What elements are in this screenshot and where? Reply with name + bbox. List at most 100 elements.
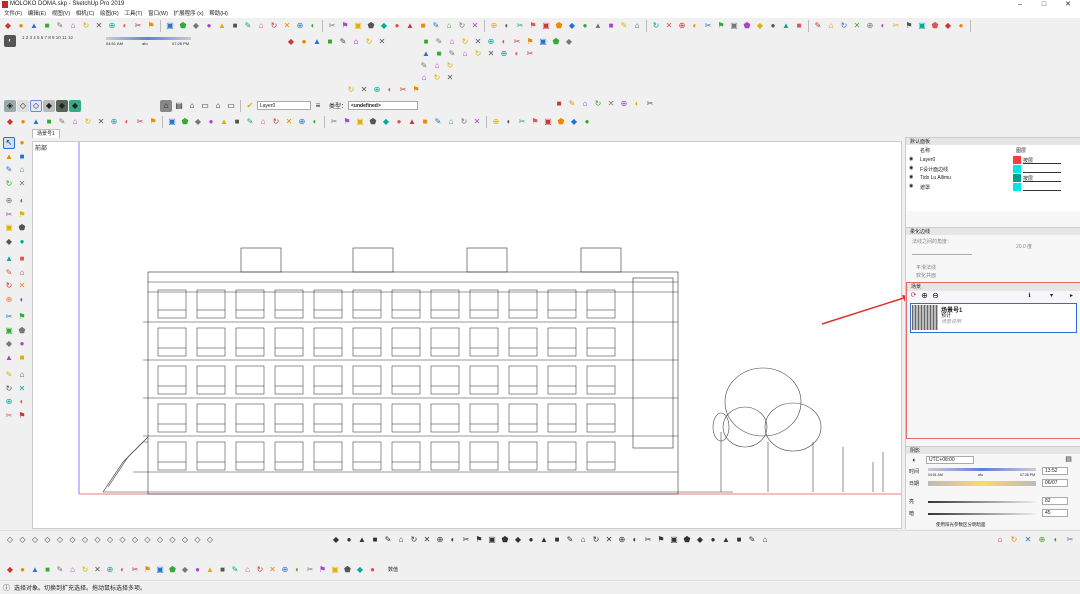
tray-toggle-icon-5[interactable]: ✂ [1064, 534, 1076, 546]
float-tool-icon-1-2[interactable]: ■ [324, 36, 336, 48]
draw-tool-icon-30[interactable]: ▲ [406, 116, 418, 128]
bottom-tool-icon-1[interactable]: ● [343, 534, 355, 546]
secondary-tool-icon-20[interactable]: ↻ [254, 564, 266, 576]
main-tool-icon-41[interactable]: ⬟ [553, 20, 565, 32]
left-tool-icon-4-0[interactable]: ⊕ [3, 195, 15, 207]
shape-icon-13[interactable]: ◇ [167, 534, 179, 546]
main-tool-icon-15[interactable]: ● [203, 20, 215, 32]
bottom-tool-icon-10[interactable]: ✂ [460, 534, 472, 546]
tray-toggle-icon-4[interactable]: ◐ [1050, 534, 1062, 546]
left-tool-icon-12-0[interactable]: ✂ [3, 311, 15, 323]
float-tool-icon-2-1[interactable]: ■ [433, 48, 445, 60]
draw-tool-icon-6[interactable]: ↻ [82, 116, 94, 128]
float-tool-icon-4-1[interactable]: ⌂ [431, 60, 443, 72]
main-tool-icon-37[interactable]: ◐ [501, 20, 513, 32]
timezone-dropdown[interactable]: UTC+08:00 [926, 456, 974, 464]
secondary-tool-icon-13[interactable]: ⬟ [167, 564, 179, 576]
bottom-tool-icon-33[interactable]: ⌂ [759, 534, 771, 546]
draw-tool-icon-34[interactable]: ↻ [458, 116, 470, 128]
draw-tool-icon-7[interactable]: ✕ [95, 116, 107, 128]
float-tool-icon-3-8[interactable]: ⚑ [524, 36, 536, 48]
main-tool-icon-40[interactable]: ▣ [540, 20, 552, 32]
main-tool-icon-31[interactable]: ■ [417, 20, 429, 32]
left-tool-icon-11-0[interactable]: ⊕ [3, 294, 15, 306]
secondary-tool-icon-17[interactable]: ■ [217, 564, 229, 576]
menu-camera[interactable]: 相机(C) [76, 10, 95, 18]
main-tool-icon-3[interactable]: ■ [41, 20, 53, 32]
float-tool-icon-3-10[interactable]: ⬟ [550, 36, 562, 48]
secondary-tool-icon-26[interactable]: ▣ [329, 564, 341, 576]
dark-value[interactable]: 45 [1042, 509, 1068, 517]
main-tool-icon-36[interactable]: ⊕ [488, 20, 500, 32]
light-slider[interactable] [928, 501, 1036, 503]
menu-file[interactable]: 文件(F) [4, 10, 22, 18]
main-tool-icon-22[interactable]: ⊕ [294, 20, 306, 32]
main-tool-icon-39[interactable]: ⚑ [527, 20, 539, 32]
bottom-tool-icon-26[interactable]: ▣ [668, 534, 680, 546]
section-tool-icon-7[interactable]: ✂ [644, 98, 656, 110]
secondary-tool-icon-23[interactable]: ◐ [292, 564, 304, 576]
secondary-tool-icon-0[interactable]: ◆ [4, 564, 16, 576]
bottom-tool-icon-28[interactable]: ◆ [694, 534, 706, 546]
visibility-eye-icon[interactable]: ◉ [909, 174, 913, 180]
draw-tool-icon-10[interactable]: ✂ [134, 116, 146, 128]
left-tool-icon-11-1[interactable]: ◐ [16, 294, 28, 306]
draw-tool-icon-0[interactable]: ◆ [4, 116, 16, 128]
main-tool-icon-10[interactable]: ✂ [132, 20, 144, 32]
float-tool-icon-3-9[interactable]: ▣ [537, 36, 549, 48]
left-tool-icon-19-0[interactable]: ✂ [3, 410, 15, 422]
draw-tool-icon-3[interactable]: ■ [43, 116, 55, 128]
float-tool-icon-3-5[interactable]: ⊕ [485, 36, 497, 48]
menu-view[interactable]: 视图(V) [52, 10, 70, 18]
float-tool-icon-2-6[interactable]: ⊕ [498, 48, 510, 60]
bottom-tool-icon-21[interactable]: ✕ [603, 534, 615, 546]
bottom-tool-icon-23[interactable]: ◐ [629, 534, 641, 546]
left-tool-icon-15-0[interactable]: ▲ [3, 352, 15, 364]
draw-tool-icon-42[interactable]: ◆ [568, 116, 580, 128]
left-tool-icon-2-0[interactable]: ✎ [3, 164, 15, 176]
main-tool-icon-1[interactable]: ● [15, 20, 27, 32]
scene-tab[interactable]: 场景号1 [32, 129, 60, 138]
secondary-tool-icon-7[interactable]: ✕ [92, 564, 104, 576]
draw-tool-icon-23[interactable]: ◐ [309, 116, 321, 128]
bottom-tool-icon-31[interactable]: ■ [733, 534, 745, 546]
draw-tool-icon-31[interactable]: ■ [419, 116, 431, 128]
shadow-display-icon[interactable]: ◐ [910, 456, 919, 465]
left-tool-icon-3-1[interactable]: ✕ [16, 178, 28, 190]
layer-color-swatch[interactable] [1013, 165, 1021, 173]
left-tool-icon-8-1[interactable]: ■ [16, 253, 28, 265]
visibility-eye-icon[interactable]: ◉ [909, 156, 913, 162]
style-xray-icon[interactable]: ◈ [4, 99, 16, 112]
bottom-tool-icon-15[interactable]: ● [525, 534, 537, 546]
shape-icon-14[interactable]: ◇ [179, 534, 191, 546]
draw-tool-icon-9[interactable]: ◐ [121, 116, 133, 128]
softedges-slider[interactable] [912, 254, 972, 255]
float-tool-icon-3-3[interactable]: ↻ [459, 36, 471, 48]
main-tool-icon-67[interactable]: ⚑ [903, 20, 915, 32]
bottom-tool-icon-14[interactable]: ◆ [512, 534, 524, 546]
secondary-tool-icon-9[interactable]: ◐ [117, 564, 129, 576]
secondary-tool-icon-24[interactable]: ✂ [304, 564, 316, 576]
left-tool-icon-16-1[interactable]: ⌂ [16, 369, 28, 381]
back-view-icon[interactable]: ⌂ [212, 100, 224, 112]
layer-color-swatch[interactable] [1013, 156, 1021, 164]
draw-tool-icon-40[interactable]: ▣ [542, 116, 554, 128]
draw-tool-icon-12[interactable]: ▣ [166, 116, 178, 128]
draw-tool-icon-25[interactable]: ⚑ [341, 116, 353, 128]
secondary-tool-icon-28[interactable]: ◆ [354, 564, 366, 576]
layer-row[interactable]: ◉ Tids Lu Allimu 按层 [906, 174, 1076, 183]
secondary-tool-icon-1[interactable]: ● [17, 564, 29, 576]
layer-row[interactable]: ◉ Layer0 按层 [906, 156, 1076, 165]
float-tool-icon-1-0[interactable]: ● [298, 36, 310, 48]
draw-tool-icon-39[interactable]: ⚑ [529, 116, 541, 128]
float-tool-icon-3-1[interactable]: ✎ [433, 36, 445, 48]
main-tool-icon-48[interactable]: ↻ [650, 20, 662, 32]
tray-toggle-icon-1[interactable]: ↻ [1008, 534, 1020, 546]
main-tool-icon-42[interactable]: ◆ [566, 20, 578, 32]
main-tool-icon-71[interactable]: ● [955, 20, 967, 32]
secondary-tool-icon-10[interactable]: ✂ [129, 564, 141, 576]
tray-toggle-icon-2[interactable]: ✕ [1022, 534, 1034, 546]
shape-icon-10[interactable]: ◇ [129, 534, 141, 546]
main-tool-icon-26[interactable]: ▣ [352, 20, 364, 32]
left-tool-icon-0-1[interactable]: ● [16, 137, 28, 149]
